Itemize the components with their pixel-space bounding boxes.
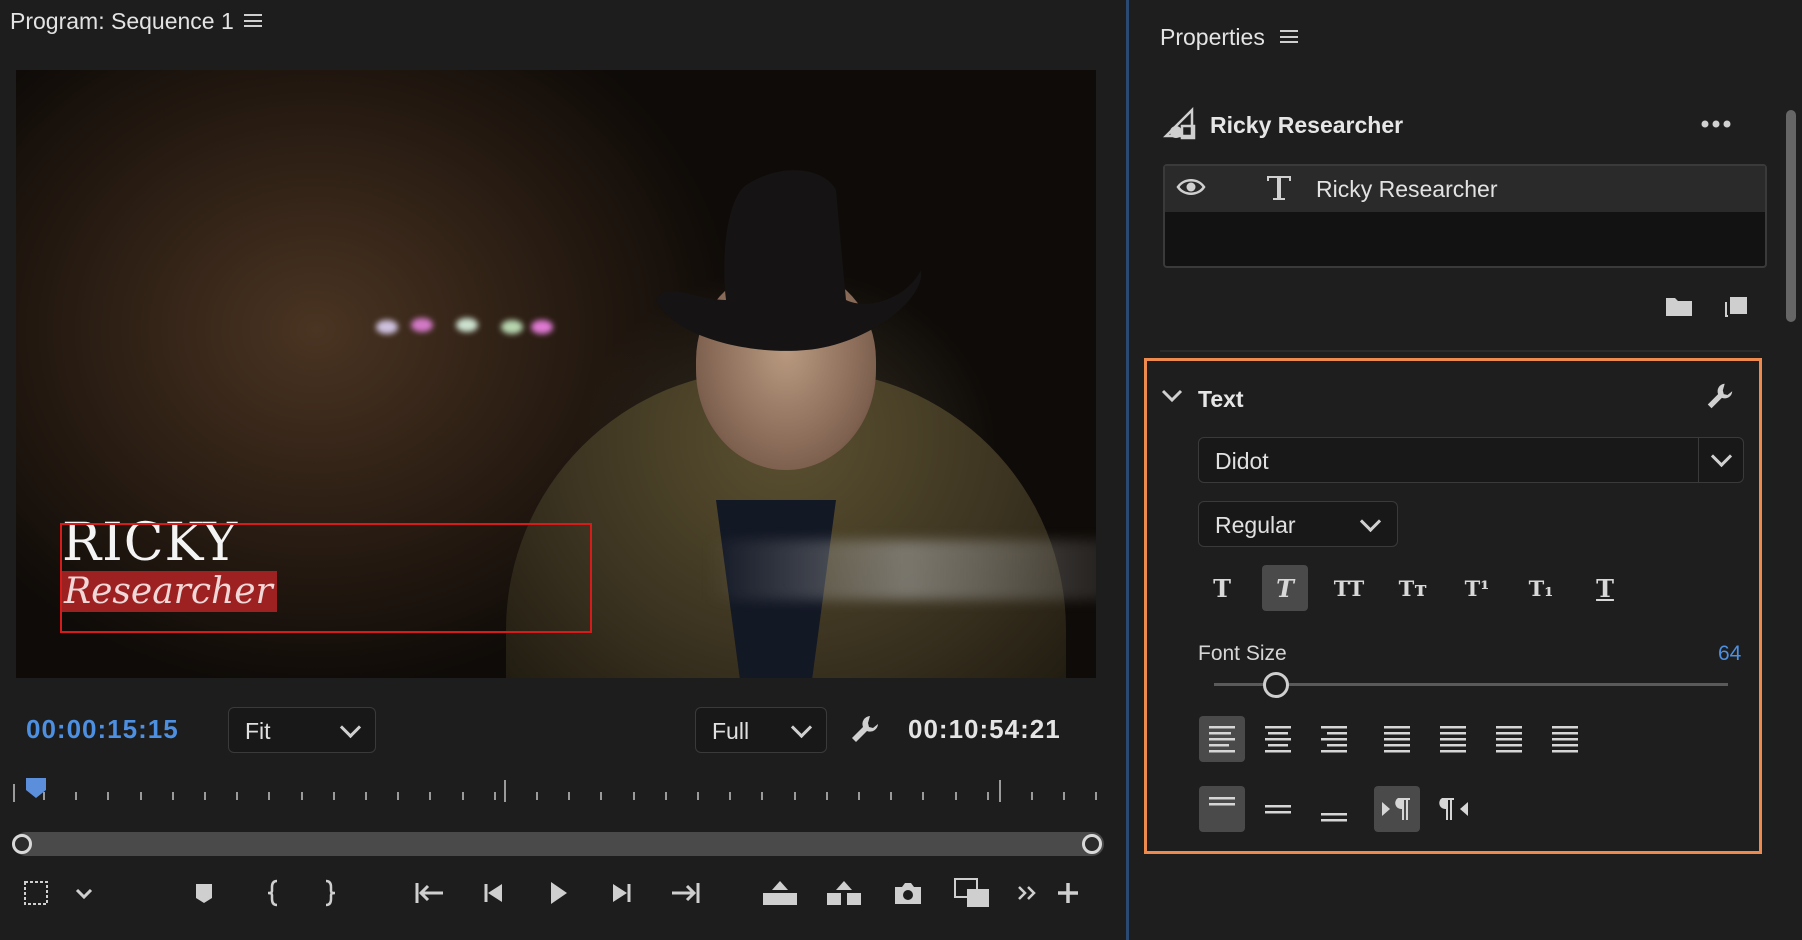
properties-menu-icon[interactable] bbox=[1280, 30, 1298, 43]
justify-right-icon bbox=[1496, 726, 1522, 753]
bokeh-light bbox=[411, 318, 433, 332]
subscript-button[interactable]: T₁ bbox=[1518, 565, 1564, 611]
align-left-icon bbox=[1209, 726, 1235, 753]
chevron-down-icon bbox=[339, 716, 362, 739]
align-right-icon bbox=[1321, 726, 1347, 753]
step-forward-icon[interactable] bbox=[600, 873, 640, 913]
current-timecode[interactable]: 00:00:15:15 bbox=[26, 714, 179, 745]
font-family-dropdown-button[interactable] bbox=[1698, 437, 1745, 483]
align-left-button[interactable] bbox=[1199, 716, 1245, 762]
button-editor-add-icon[interactable] bbox=[1048, 873, 1088, 913]
zoom-scroll-handle-left[interactable] bbox=[12, 834, 32, 854]
small-caps-button[interactable]: Tт bbox=[1390, 565, 1436, 611]
bokeh-light bbox=[376, 320, 398, 334]
zoom-level-dropdown[interactable]: Fit bbox=[228, 707, 376, 753]
sequence-duration-timecode: 00:10:54:21 bbox=[908, 714, 1061, 744]
safe-margins-icon[interactable] bbox=[16, 873, 56, 913]
font-size-slider-track[interactable] bbox=[1214, 683, 1728, 686]
bokeh-light bbox=[501, 320, 523, 334]
time-ruler[interactable] bbox=[12, 770, 1102, 806]
justify-all-icon bbox=[1552, 726, 1578, 753]
chevron-down-icon bbox=[790, 716, 813, 739]
align-middle-button[interactable] bbox=[1255, 786, 1301, 832]
font-style-dropdown[interactable]: Regular bbox=[1198, 501, 1398, 547]
step-back-icon[interactable] bbox=[475, 873, 515, 913]
wrench-icon[interactable] bbox=[1704, 380, 1736, 412]
align-top-button[interactable] bbox=[1199, 786, 1245, 832]
justify-left-icon bbox=[1384, 726, 1410, 753]
add-marker-icon[interactable] bbox=[184, 873, 224, 913]
eye-icon[interactable] bbox=[1176, 174, 1206, 200]
font-family-value: Didot bbox=[1215, 448, 1269, 474]
align-center-icon bbox=[1265, 726, 1291, 753]
align-middle-icon bbox=[1265, 805, 1291, 814]
mark-in-icon[interactable] bbox=[253, 873, 293, 913]
playback-resolution-value: Full bbox=[712, 718, 750, 744]
font-size-value[interactable]: 64 bbox=[1718, 642, 1741, 666]
panel-divider[interactable] bbox=[1126, 0, 1129, 940]
left-to-right-icon bbox=[1382, 798, 1410, 820]
chevron-down-icon bbox=[1710, 445, 1733, 468]
light-streak bbox=[706, 540, 1096, 600]
go-to-out-icon[interactable] bbox=[665, 873, 705, 913]
extract-icon[interactable] bbox=[824, 873, 864, 913]
cowboy-hat bbox=[656, 170, 922, 351]
justify-last-right-button[interactable] bbox=[1486, 716, 1532, 762]
right-to-left-button[interactable] bbox=[1430, 786, 1476, 832]
comparison-view-icon[interactable] bbox=[952, 873, 992, 913]
properties-scrollbar[interactable] bbox=[1786, 110, 1796, 322]
font-size-slider-thumb[interactable] bbox=[1262, 672, 1289, 698]
faux-bold-button[interactable]: T bbox=[1199, 565, 1245, 611]
right-to-left-icon bbox=[1439, 798, 1468, 820]
bokeh-light bbox=[531, 320, 553, 334]
justify-last-center-button[interactable] bbox=[1430, 716, 1476, 762]
zoom-scroll-handle-right[interactable] bbox=[1082, 834, 1102, 854]
go-to-in-icon[interactable] bbox=[410, 873, 450, 913]
more-controls-icon[interactable] bbox=[1008, 873, 1048, 913]
left-to-right-button[interactable] bbox=[1374, 786, 1420, 832]
align-bottom-button[interactable] bbox=[1311, 786, 1357, 832]
zoom-scroll-bar[interactable] bbox=[14, 832, 1104, 856]
chevron-down-icon[interactable] bbox=[1160, 386, 1184, 406]
align-right-button[interactable] bbox=[1311, 716, 1357, 762]
justify-last-left-button[interactable] bbox=[1374, 716, 1420, 762]
font-style-value: Regular bbox=[1215, 512, 1296, 538]
justify-all-button[interactable] bbox=[1542, 716, 1588, 762]
align-bottom-icon bbox=[1321, 813, 1347, 822]
title-selection-box[interactable] bbox=[60, 523, 592, 633]
program-menu-icon[interactable] bbox=[244, 14, 262, 27]
export-frame-icon[interactable] bbox=[888, 873, 928, 913]
zoom-level-value: Fit bbox=[245, 718, 271, 744]
font-size-label: Font Size bbox=[1198, 642, 1287, 665]
play-icon[interactable] bbox=[538, 873, 578, 913]
text-layer-icon bbox=[1267, 176, 1291, 200]
layer-name-label: Ricky Researcher bbox=[1316, 176, 1498, 202]
justify-center-icon bbox=[1440, 726, 1466, 753]
underline-button[interactable]: T bbox=[1582, 565, 1628, 611]
playback-resolution-dropdown[interactable]: Full bbox=[695, 707, 827, 753]
lift-icon[interactable] bbox=[760, 873, 800, 913]
mark-out-icon[interactable] bbox=[310, 873, 350, 913]
superscript-button[interactable]: T¹ bbox=[1454, 565, 1500, 611]
more-options-icon[interactable] bbox=[1700, 112, 1732, 136]
graphic-name: Ricky Researcher bbox=[1210, 112, 1404, 138]
program-monitor-title: Program: Sequence 1 bbox=[10, 8, 234, 34]
properties-panel-title: Properties bbox=[1160, 24, 1265, 50]
graphic-layer-icon bbox=[1162, 106, 1196, 140]
section-separator bbox=[1160, 350, 1760, 352]
align-top-icon bbox=[1209, 797, 1235, 806]
new-group-folder-icon[interactable] bbox=[1664, 294, 1694, 318]
text-section-title[interactable]: Text bbox=[1198, 386, 1244, 413]
chevron-down-icon bbox=[1359, 510, 1382, 533]
bokeh-light bbox=[456, 318, 478, 332]
new-layer-icon[interactable] bbox=[1724, 294, 1750, 318]
all-caps-button[interactable]: TT bbox=[1326, 565, 1372, 611]
faux-italic-button[interactable]: T bbox=[1262, 565, 1308, 611]
font-family-dropdown[interactable]: Didot bbox=[1198, 437, 1744, 483]
align-center-button[interactable] bbox=[1255, 716, 1301, 762]
chevron-down-icon[interactable] bbox=[64, 873, 104, 913]
wrench-icon[interactable] bbox=[848, 712, 882, 746]
